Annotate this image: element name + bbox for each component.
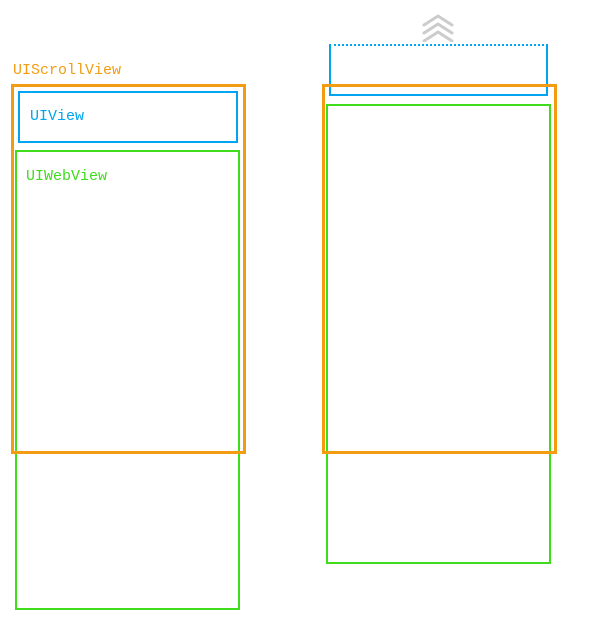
diagram-canvas: UIScrollView UIView UIWebView	[0, 0, 600, 628]
scroll-up-chevrons-icon	[420, 12, 456, 42]
uiwebview-label-left: UIWebView	[26, 168, 107, 185]
scrollview-label-left: UIScrollView	[13, 62, 121, 79]
uiscrollview-box-right	[322, 84, 557, 454]
uiview-label-left: UIView	[30, 108, 84, 125]
